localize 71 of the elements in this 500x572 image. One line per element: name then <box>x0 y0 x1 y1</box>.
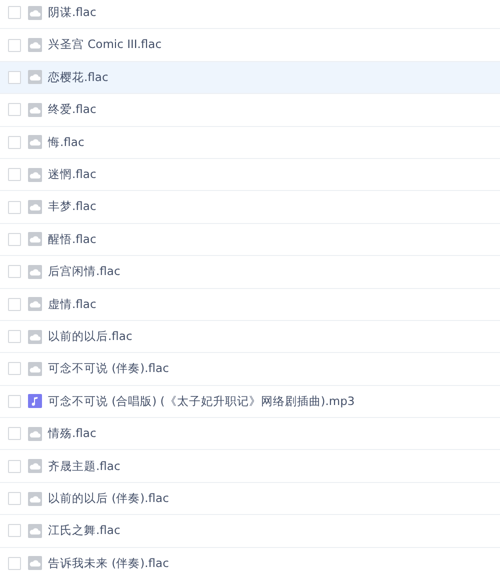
file-icon <box>28 556 42 570</box>
file-name[interactable]: 以前的以后.flac <box>48 328 132 346</box>
file-name[interactable]: 阴谋.flac <box>48 4 96 22</box>
file-name[interactable]: 可念不可说 (伴奏).flac <box>48 360 169 378</box>
file-row[interactable]: 虚情.flac <box>0 288 500 321</box>
file-row[interactable]: 以前的以后 (伴奏).flac <box>0 482 500 516</box>
file-icon <box>28 297 42 312</box>
file-icon <box>28 168 42 182</box>
file-row[interactable]: 齐晟主题.flac <box>0 450 500 483</box>
file-row[interactable]: 以前的以后.flac <box>0 320 500 354</box>
file-icon <box>28 524 42 538</box>
file-row[interactable]: 醒悟.flac <box>0 224 500 256</box>
checkbox[interactable] <box>8 362 21 376</box>
file-name[interactable]: 以前的以后 (伴奏).flac <box>48 490 169 508</box>
file-name[interactable]: 情殇.flac <box>48 425 96 442</box>
file-name[interactable]: 醒悟.flac <box>48 230 96 248</box>
checkbox[interactable] <box>8 136 21 149</box>
file-icon <box>28 264 42 279</box>
checkbox[interactable] <box>8 6 21 20</box>
file-icon <box>28 135 42 150</box>
file-name[interactable]: 后宫闲情.flac <box>48 263 120 280</box>
file-icon <box>28 426 42 441</box>
file-row[interactable]: 悔.flac <box>0 126 500 159</box>
file-row[interactable]: 终爱.flac <box>0 94 500 127</box>
file-row[interactable]: 丰梦.flac <box>0 191 500 224</box>
file-row[interactable]: 迷惘.flac <box>0 158 500 192</box>
file-row[interactable]: 后宫闲情.flac <box>0 256 500 289</box>
file-icon <box>28 70 42 84</box>
checkbox[interactable] <box>8 103 21 116</box>
file-name[interactable]: 迷惘.flac <box>48 166 96 184</box>
file-row[interactable]: 江氏之舞.flac <box>0 515 500 548</box>
file-icon <box>28 102 42 117</box>
file-row[interactable]: 情殇.flac <box>0 418 500 450</box>
file-icon <box>28 362 42 376</box>
file-name[interactable]: 丰梦.flac <box>48 198 96 216</box>
file-icon <box>28 492 42 506</box>
file-name[interactable]: 恋樱花.flac <box>48 68 108 86</box>
checkbox[interactable] <box>8 38 21 52</box>
file-name[interactable]: 兴圣宫 Comic III.flac <box>48 36 162 54</box>
file-row[interactable]: 告诉我未来 (伴奏).flac <box>0 548 500 572</box>
file-name[interactable]: 悔.flac <box>48 134 84 151</box>
file-name[interactable]: 虚情.flac <box>48 296 96 313</box>
file-name[interactable]: 可念不可说 (合唱版) (《太子妃升职记》网络剧插曲).mp3 <box>48 392 355 410</box>
file-icon <box>28 232 42 246</box>
checkbox[interactable] <box>8 232 21 246</box>
checkbox[interactable] <box>8 427 21 440</box>
checkbox[interactable] <box>8 556 21 570</box>
file-name[interactable]: 齐晟主题.flac <box>48 458 120 475</box>
checkbox[interactable] <box>8 200 21 214</box>
checkbox[interactable] <box>8 524 21 538</box>
file-icon <box>28 200 42 214</box>
file-icon <box>28 330 42 344</box>
file-icon <box>28 6 42 20</box>
checkbox[interactable] <box>8 168 21 182</box>
file-name[interactable]: 江氏之舞.flac <box>48 522 120 540</box>
file-icon <box>28 38 42 52</box>
file-row[interactable]: 可念不可说 (合唱版) (《太子妃升职记》网络剧插曲).mp3 <box>0 386 500 418</box>
file-row[interactable]: 可念不可说 (伴奏).flac <box>0 353 500 386</box>
checkbox[interactable] <box>8 492 21 506</box>
checkbox[interactable] <box>8 265 21 278</box>
file-icon <box>28 459 42 474</box>
checkbox[interactable] <box>8 298 21 311</box>
file-name[interactable]: 终爱.flac <box>48 101 96 118</box>
checkbox[interactable] <box>8 330 21 344</box>
file-row[interactable]: 阴谋.flac <box>0 0 500 30</box>
checkbox[interactable] <box>8 394 21 408</box>
checkbox[interactable] <box>8 460 21 473</box>
checkbox[interactable] <box>8 70 21 84</box>
file-row[interactable]: 恋樱花.flac <box>0 62 500 94</box>
music-note-icon <box>28 394 42 408</box>
file-name[interactable]: 告诉我未来 (伴奏).flac <box>48 554 169 572</box>
